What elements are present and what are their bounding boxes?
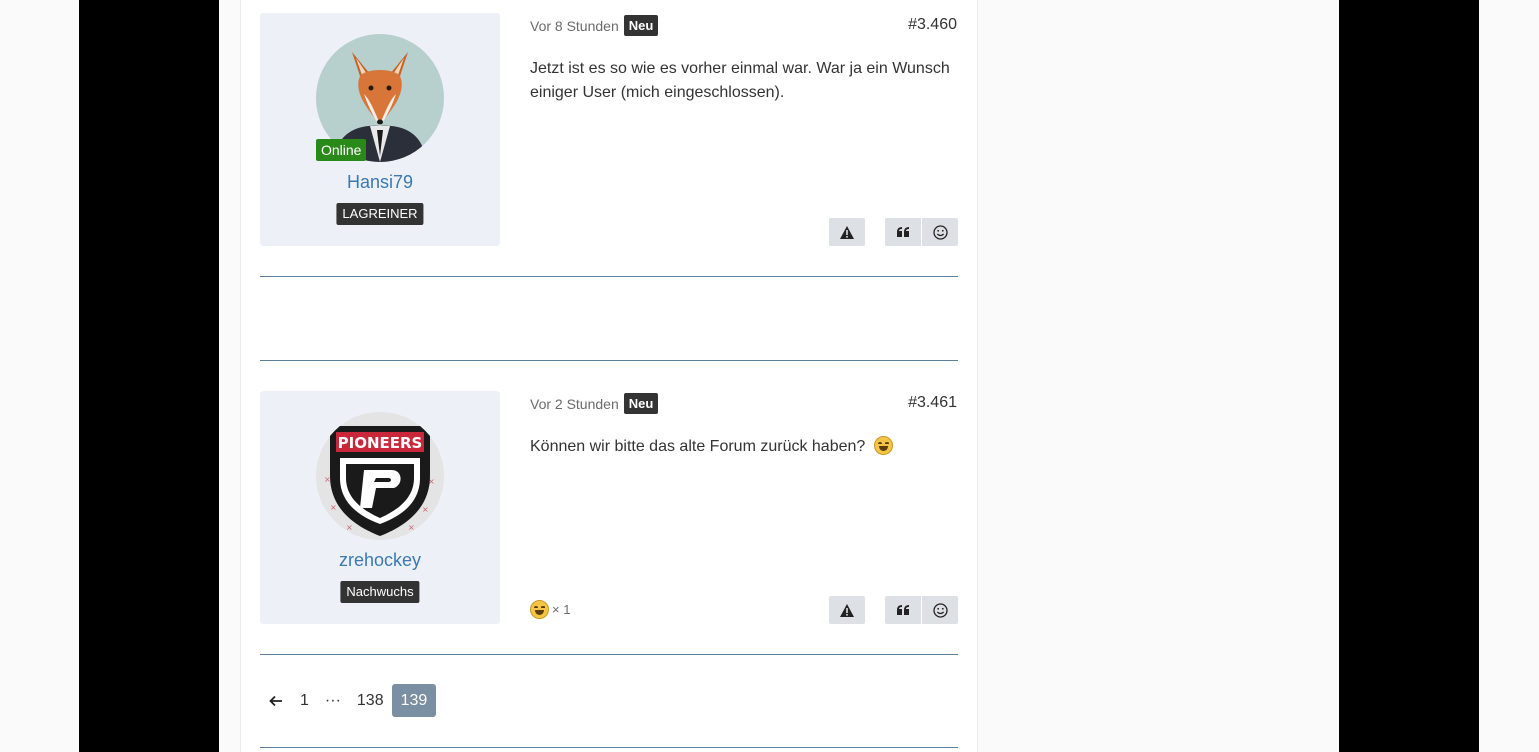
svg-text:×: × <box>324 475 331 484</box>
react-button[interactable] <box>922 596 958 624</box>
post-content: Können wir bitte das alte Forum zurück h… <box>530 435 958 459</box>
user-rank-badge: LAGREINER <box>336 203 424 225</box>
new-badge: Neu <box>623 393 659 414</box>
quote-button[interactable] <box>885 596 921 624</box>
warning-icon <box>840 225 854 239</box>
quote-icon <box>896 605 909 615</box>
laughing-emoji-icon <box>530 600 549 619</box>
post-meta: Vor 2 Stunden Neu <box>530 393 659 414</box>
post-meta: Vor 8 Stunden Neu <box>530 15 659 36</box>
post-number-link[interactable]: #3.461 <box>908 394 957 412</box>
quote-icon <box>896 227 909 237</box>
report-button[interactable] <box>829 596 865 624</box>
reaction-summary[interactable]: × 1 <box>530 600 570 619</box>
reaction-count: × 1 <box>552 602 571 617</box>
post: Online Hansi79 LAGREINER Vor 8 Stunden N… <box>260 13 958 246</box>
react-button[interactable] <box>922 218 958 246</box>
prev-page-button[interactable] <box>260 684 292 717</box>
post-divider <box>260 654 958 655</box>
arrow-left-icon <box>269 695 282 706</box>
post-content: Jetzt ist es so wie es vorher einmal war… <box>530 60 950 101</box>
page-ellipsis[interactable]: ··· <box>317 684 349 717</box>
online-badge: Online <box>316 139 367 161</box>
page-link-1[interactable]: 1 <box>292 684 317 717</box>
laughing-emoji-icon <box>873 435 893 455</box>
avatar[interactable]: × × × × × × PIONEERS <box>316 412 444 540</box>
page-link-138[interactable]: 138 <box>349 684 392 717</box>
post-number-link[interactable]: #3.460 <box>908 16 957 34</box>
pagination: 1 ··· 138 139 <box>260 684 437 717</box>
svg-text:×: × <box>408 523 415 532</box>
report-button[interactable] <box>829 218 865 246</box>
username-link[interactable]: zrehockey <box>260 550 500 571</box>
user-sidebar: Online Hansi79 LAGREINER <box>260 13 500 246</box>
user-sidebar: × × × × × × PIONEERS zrehockey Nachwuchs <box>260 391 500 624</box>
post: × × × × × × PIONEERS zrehockey Nachwuchs… <box>260 391 958 624</box>
page-link-139-active[interactable]: 139 <box>391 684 437 717</box>
post-divider <box>260 360 958 361</box>
post-time-link[interactable]: Vor 2 Stunden <box>530 396 619 412</box>
avatar-pioneers-text: PIONEERS <box>338 434 423 452</box>
svg-text:×: × <box>330 503 337 512</box>
svg-text:×: × <box>422 505 429 514</box>
pagination-divider <box>260 747 958 748</box>
smiley-icon <box>932 602 948 618</box>
pioneers-shield-avatar-icon: × × × × × × PIONEERS <box>316 412 444 540</box>
warning-icon <box>840 603 854 617</box>
smiley-icon <box>932 224 948 240</box>
post-content-text: Können wir bitte das alte Forum zurück h… <box>530 438 866 455</box>
new-badge: Neu <box>623 15 659 36</box>
username-link[interactable]: Hansi79 <box>260 172 500 193</box>
user-rank-badge: Nachwuchs <box>340 581 420 603</box>
left-black-bar <box>79 0 219 752</box>
svg-text:×: × <box>346 523 353 532</box>
post-time-link[interactable]: Vor 8 Stunden <box>530 18 619 34</box>
right-black-bar <box>1339 0 1479 752</box>
post-divider <box>260 276 958 277</box>
quote-button[interactable] <box>885 218 921 246</box>
